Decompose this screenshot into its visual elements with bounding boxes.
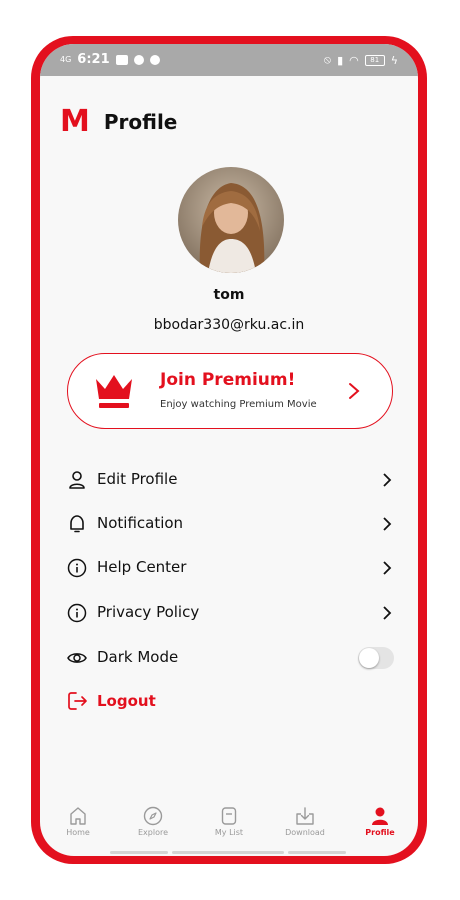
app-screen: 4G 6:21 ⦸ ▮ ◠ 81 ϟ M Profile tom bbodar3… xyxy=(40,44,418,856)
chat-icon xyxy=(149,54,160,65)
nav-label: My List xyxy=(214,828,244,837)
battery-icon: 81 xyxy=(364,54,385,66)
bookmark-icon xyxy=(221,807,237,825)
menu-label: Privacy Policy xyxy=(97,603,200,621)
mute-icon: ⦸ xyxy=(323,53,332,66)
charging-icon: ϟ xyxy=(390,53,398,67)
eye-icon xyxy=(67,653,87,663)
bell-icon xyxy=(70,515,84,533)
profile-email: bbodar330@rku.ac.in xyxy=(153,317,305,333)
bottom-navigation: Home Explore My List Download Profile xyxy=(40,796,418,856)
app-notification-icon xyxy=(133,54,144,65)
scroll-indicator xyxy=(172,851,284,854)
crown-icon xyxy=(96,375,132,408)
chevron-right-icon xyxy=(383,473,392,487)
user-icon xyxy=(69,471,85,489)
menu-item-help-center[interactable]: Help Center xyxy=(40,548,418,588)
message-icon xyxy=(115,54,128,65)
menu-label: Edit Profile xyxy=(97,470,178,488)
profile-icon xyxy=(372,807,388,825)
network-indicator: 4G xyxy=(60,55,72,64)
nav-explore[interactable]: Explore xyxy=(121,806,185,850)
info-icon xyxy=(67,558,87,578)
home-icon xyxy=(70,807,86,825)
nav-profile[interactable]: Profile xyxy=(348,806,412,850)
nav-download[interactable]: Download xyxy=(273,806,337,850)
menu-label: Help Center xyxy=(97,558,187,576)
info-icon xyxy=(67,603,87,623)
nav-label: Home xyxy=(66,828,90,837)
join-premium-card[interactable]: Join Premium! Enjoy watching Premium Mov… xyxy=(67,353,393,429)
avatar[interactable] xyxy=(178,167,284,273)
page-title: Profile xyxy=(103,109,178,134)
status-time: 6:21 xyxy=(77,52,110,67)
dark-mode-toggle[interactable] xyxy=(358,647,394,669)
menu-item-edit-profile[interactable]: Edit Profile xyxy=(40,460,418,500)
nav-home[interactable]: Home xyxy=(46,806,110,850)
premium-title: Join Premium! xyxy=(160,370,296,390)
app-logo: M xyxy=(60,104,90,139)
menu-label: Notification xyxy=(97,514,184,532)
nav-label: Explore xyxy=(137,828,169,837)
nav-my-list[interactable]: My List xyxy=(197,806,261,850)
profile-name: tom xyxy=(213,287,245,303)
scroll-indicator xyxy=(110,851,168,854)
signal-icon: ▮ xyxy=(337,53,344,67)
logout-icon xyxy=(68,692,87,710)
chevron-right-icon xyxy=(383,517,392,531)
nav-label: Profile xyxy=(365,828,395,837)
menu-item-privacy-policy[interactable]: Privacy Policy xyxy=(40,593,418,633)
chevron-right-icon xyxy=(383,606,392,620)
wifi-icon: ◠ xyxy=(349,53,359,67)
compass-icon xyxy=(143,806,163,826)
status-bar: 4G 6:21 ⦸ ▮ ◠ 81 ϟ xyxy=(40,44,418,76)
chevron-right-icon xyxy=(383,561,392,575)
menu-item-notification[interactable]: Notification xyxy=(40,504,418,544)
logout-label: Logout xyxy=(97,692,156,710)
nav-label: Download xyxy=(285,828,325,837)
download-icon xyxy=(296,807,314,825)
premium-subtitle: Enjoy watching Premium Movie xyxy=(160,399,317,410)
scroll-indicator xyxy=(288,851,346,854)
chevron-right-icon xyxy=(349,383,360,399)
menu-label: Dark Mode xyxy=(97,648,179,666)
toggle-knob xyxy=(359,648,379,668)
page-header: M Profile xyxy=(60,104,177,139)
